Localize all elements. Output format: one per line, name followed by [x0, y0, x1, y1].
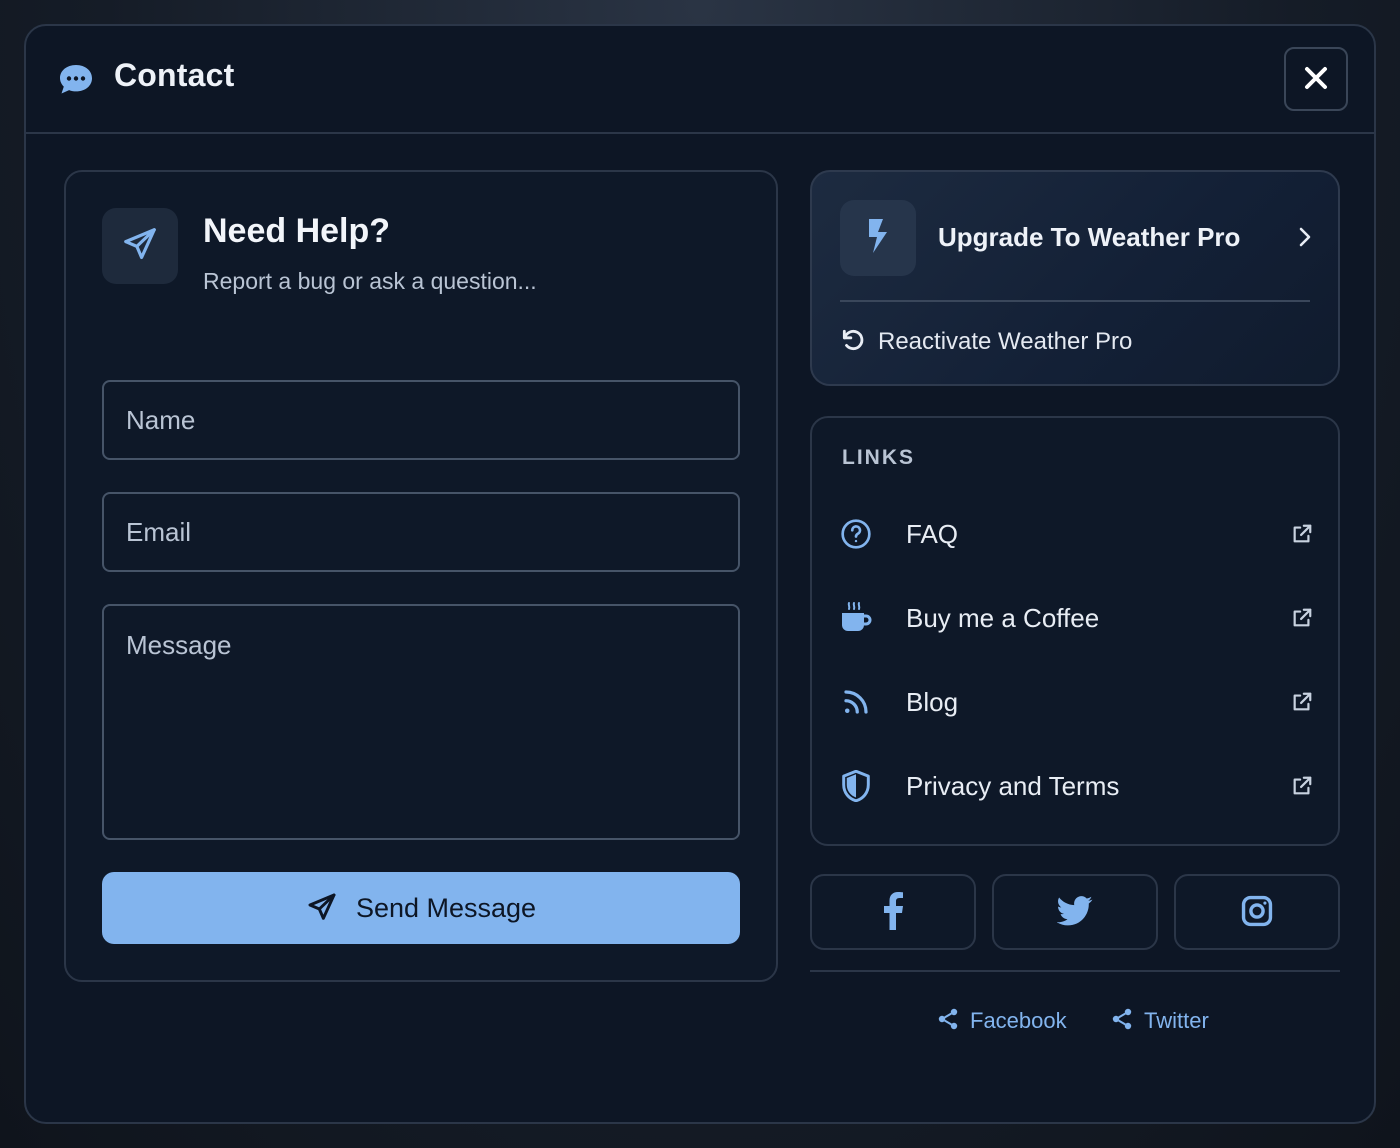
share-label: Twitter [1144, 1008, 1209, 1033]
rss-icon [826, 687, 886, 717]
twitter-button[interactable] [992, 874, 1158, 950]
modal-header: Contact [26, 26, 1374, 134]
external-link-icon [1280, 775, 1324, 797]
link-label: Privacy and Terms [906, 770, 1120, 801]
pro-icon-box [840, 200, 916, 276]
instagram-button[interactable] [1174, 874, 1340, 950]
links-heading: LINKS [842, 446, 915, 469]
link-privacy-terms[interactable]: Privacy and Terms [826, 754, 1324, 818]
question-circle-icon [826, 518, 886, 550]
help-title: Need Help? [203, 212, 391, 250]
help-card: Need Help? Report a bug or ask a questio… [64, 170, 778, 982]
name-input[interactable] [102, 380, 740, 460]
share-icon [936, 1007, 960, 1036]
facebook-icon [882, 891, 904, 933]
share-twitter-link[interactable]: Twitter [1110, 1004, 1209, 1038]
link-faq[interactable]: FAQ [826, 502, 1324, 566]
reactivate-pro-link[interactable]: Reactivate Weather Pro [840, 324, 1132, 360]
twitter-icon [1056, 895, 1093, 929]
undo-arrow-icon [840, 327, 866, 358]
link-label: Blog [906, 686, 959, 717]
close-button[interactable] [1284, 47, 1348, 111]
link-label: Buy me a Coffee [906, 602, 1100, 633]
link-label: FAQ [906, 518, 959, 549]
upgrade-pro-link[interactable]: Upgrade To Weather Pro [938, 222, 1240, 253]
help-icon-box [102, 208, 178, 284]
coffee-icon [826, 601, 886, 635]
pro-divider [840, 300, 1310, 302]
help-subtitle: Report a bug or ask a question... [203, 268, 537, 294]
external-link-icon [1280, 523, 1324, 545]
link-buy-coffee[interactable]: Buy me a Coffee [826, 586, 1324, 650]
share-icon [1110, 1007, 1134, 1036]
share-label: Facebook [970, 1008, 1067, 1033]
chat-bubble-icon [58, 62, 94, 96]
weather-pro-card: Upgrade To Weather Pro Reactivate Weathe… [810, 170, 1340, 386]
contact-modal: Contact Need Help? Report a bug or ask a… [24, 24, 1376, 1124]
paper-plane-icon [121, 225, 159, 268]
shield-icon [826, 770, 886, 802]
email-input[interactable] [102, 492, 740, 572]
paper-plane-icon [306, 891, 338, 926]
reactivate-label: Reactivate Weather Pro [878, 328, 1133, 355]
lightning-bolt-icon [865, 217, 891, 260]
instagram-icon [1240, 894, 1274, 931]
modal-title: Contact [114, 57, 235, 93]
close-icon [1304, 66, 1328, 93]
links-card: LINKS FAQ Buy me a Coffee Blog Privacy a… [810, 416, 1340, 846]
link-blog[interactable]: Blog [826, 670, 1324, 734]
external-link-icon [1280, 691, 1324, 713]
share-facebook-link[interactable]: Facebook [936, 1004, 1067, 1038]
message-textarea[interactable] [102, 604, 740, 840]
bottom-divider [810, 970, 1340, 972]
facebook-button[interactable] [810, 874, 976, 950]
send-message-label: Send Message [355, 892, 537, 923]
external-link-icon [1280, 607, 1324, 629]
chevron-right-icon[interactable] [1298, 226, 1312, 253]
send-message-button[interactable]: Send Message [102, 872, 740, 944]
